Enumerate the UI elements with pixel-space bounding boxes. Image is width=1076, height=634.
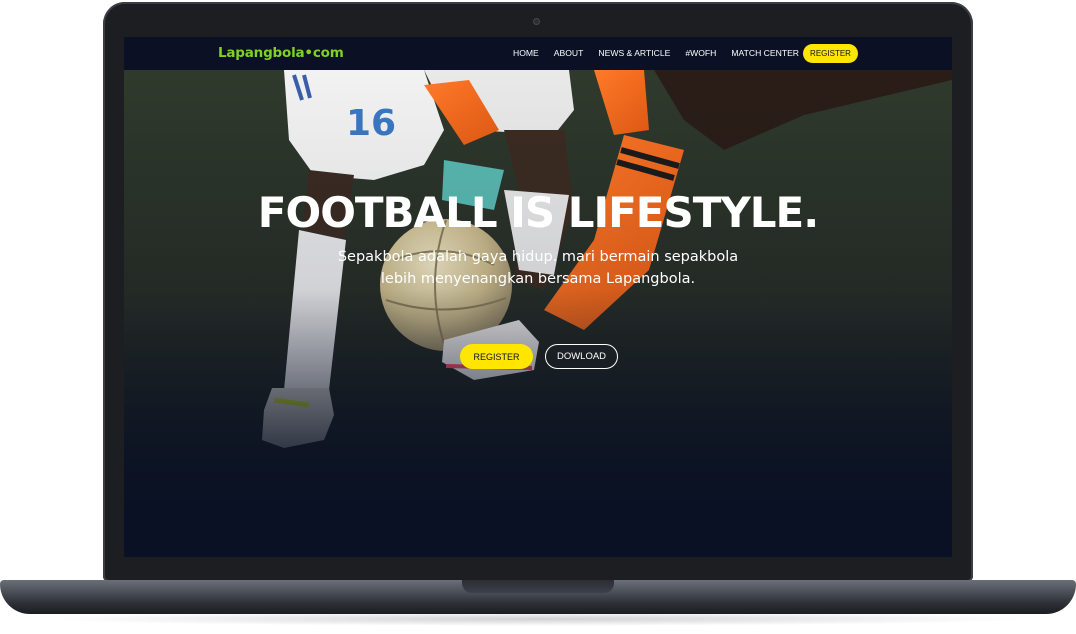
nav-item-match-center[interactable]: MATCH CENTER [731, 48, 799, 58]
hero-subtitle-line1: Sepakbola adalah gaya hidup. mari bermai… [337, 249, 739, 265]
hero-register-button[interactable]: REGISTER [460, 344, 533, 369]
nav-links: HOME ABOUT NEWS & ARTICLE #WOFH MATCH CE… [513, 48, 814, 58]
nav-register-button[interactable]: REGISTER [803, 44, 858, 63]
nav-item-wofh[interactable]: #WOFH [685, 48, 716, 58]
site-logo[interactable]: Lapangbola•com [218, 45, 344, 61]
nav-item-about[interactable]: ABOUT [554, 48, 584, 58]
hero-section: 16 FOOTBALL IS LIFESTYLE. [124, 70, 952, 557]
nav-item-news-article[interactable]: NEWS & ARTICLE [598, 48, 670, 58]
hero-subtitle-line2: lebih menyenangkan bersama Lapangbola. [380, 271, 696, 287]
nav-item-home[interactable]: HOME [513, 48, 539, 58]
hero-download-button[interactable]: DOWLOAD [545, 344, 618, 369]
laptop-notch [462, 580, 614, 593]
hero-title: FOOTBALL IS LIFESTYLE. [257, 188, 819, 237]
hero-subtitle: Sepakbola adalah gaya hidup. mari bermai… [304, 246, 772, 290]
webcam-icon [533, 18, 540, 25]
hero-overlay [124, 70, 952, 557]
laptop-shadow [40, 612, 1036, 626]
navbar: Lapangbola•com HOME ABOUT NEWS & ARTICLE… [124, 37, 952, 70]
laptop-screen: Lapangbola•com HOME ABOUT NEWS & ARTICLE… [124, 37, 952, 557]
